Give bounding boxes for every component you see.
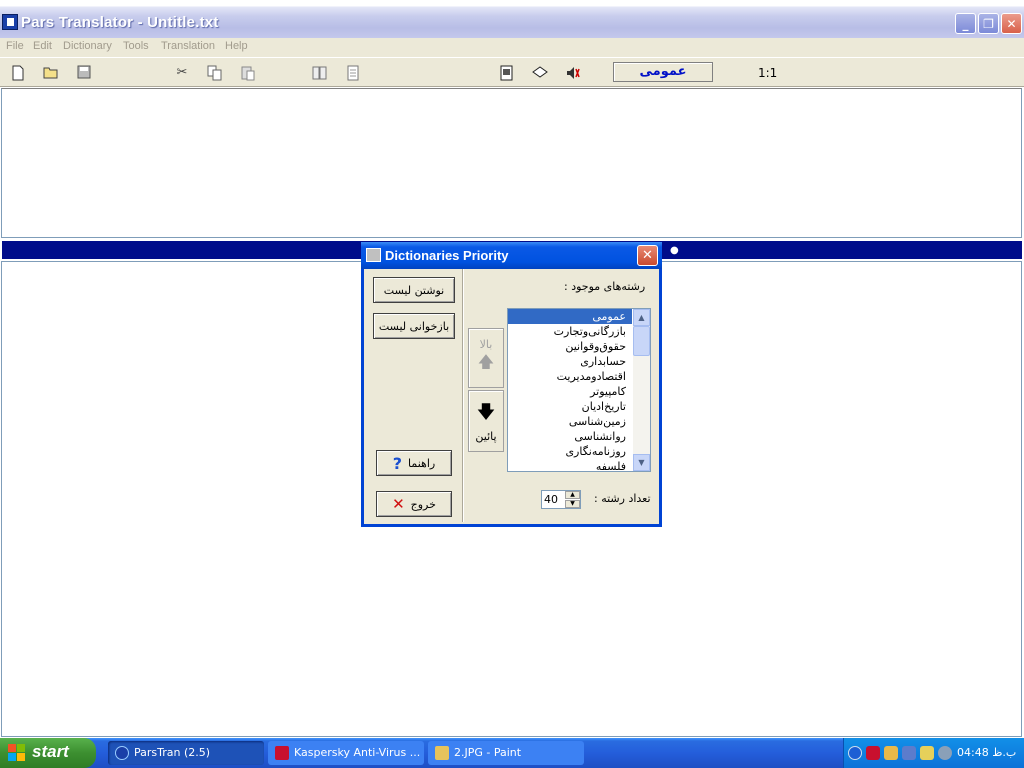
translate-document-icon[interactable]: [499, 65, 515, 81]
list-item[interactable]: فلسفه: [508, 459, 632, 471]
save-icon[interactable]: [76, 65, 92, 81]
write-list-button[interactable]: نوشتن لیست: [373, 277, 455, 303]
dialog-separator: [462, 269, 464, 522]
help-label: راهنما: [408, 456, 436, 470]
list-item[interactable]: بازرگانی‌وتجارت: [508, 324, 632, 339]
dictionary-book-icon[interactable]: [532, 65, 548, 81]
task-kaspersky-label: Kaspersky Anti-Virus ...: [294, 746, 421, 759]
field-count-spinner[interactable]: 40 ▲ ▼: [541, 490, 581, 509]
tray-arrow-icon[interactable]: [848, 746, 862, 760]
task-parstran-label: ParsTran (2.5): [134, 746, 211, 759]
tray-network-icon[interactable]: [884, 746, 898, 760]
list-item[interactable]: روزنامه‌نگاری: [508, 444, 632, 459]
listbox-scrollbar[interactable]: ▲ ▼: [633, 309, 650, 471]
move-buttons: بالا 🡅 🡇 پائین: [468, 328, 504, 454]
read-list-button[interactable]: بازخوانی لیست: [373, 313, 455, 339]
pages-icon[interactable]: [312, 65, 328, 81]
source-text-pane[interactable]: [1, 88, 1022, 238]
document-icon[interactable]: [345, 65, 361, 81]
list-item[interactable]: اقتصادومدیریت: [508, 369, 632, 384]
read-list-label: بازخوانی لیست: [378, 319, 450, 333]
pin-icon[interactable]: ●: [670, 245, 679, 256]
task-parstran[interactable]: ParsTran (2.5): [108, 741, 264, 765]
windows-logo-icon: [8, 744, 26, 762]
tray-shield-icon[interactable]: [866, 746, 880, 760]
close-button[interactable]: ✕: [1001, 13, 1022, 34]
list-item[interactable]: حسابداری: [508, 354, 632, 369]
task-paint[interactable]: 2.JPG - Paint: [428, 741, 584, 765]
menu-dictionary[interactable]: Dictionary: [63, 40, 112, 52]
main-title-bar[interactable]: Pars Translator - Untitle.txt _ ❐ ✕: [0, 0, 1024, 38]
speaker-icon[interactable]: [565, 65, 581, 81]
spin-up-icon[interactable]: ▲: [565, 491, 580, 499]
menu-file[interactable]: File: [6, 40, 24, 52]
menu-bar: File Edit Dictionary Tools Translation H…: [0, 38, 1024, 57]
list-item[interactable]: روانشناسی: [508, 429, 632, 444]
active-dictionary-box[interactable]: عمومی: [613, 62, 713, 82]
tray-speed-icon[interactable]: [920, 746, 934, 760]
exit-button[interactable]: ✕ خروج: [376, 491, 452, 517]
dialog-title: Dictionaries Priority: [385, 248, 509, 263]
move-down-button[interactable]: 🡇 پائین: [468, 390, 504, 452]
scroll-thumb[interactable]: [633, 326, 650, 356]
clock: 04:48 ب.ظ: [957, 746, 1017, 759]
list-item[interactable]: حقوق‌وقوانین: [508, 339, 632, 354]
list-item[interactable]: تاریخ‌ادیان: [508, 399, 632, 414]
new-file-icon[interactable]: [10, 65, 26, 81]
move-up-label: بالا: [479, 338, 493, 351]
cut-icon[interactable]: ✂: [174, 65, 190, 81]
tray-volume-icon[interactable]: [938, 746, 952, 760]
help-button[interactable]: ? راهنما: [376, 450, 452, 476]
menu-translation[interactable]: Translation: [161, 40, 215, 52]
list-item[interactable]: عمومی: [508, 309, 632, 324]
tray-display-icon[interactable]: [902, 746, 916, 760]
dialog-close-button[interactable]: ✕: [637, 245, 658, 266]
exit-label: خروج: [410, 497, 436, 511]
list-item[interactable]: کامپیوتر: [508, 384, 632, 399]
menu-help[interactable]: Help: [225, 40, 248, 52]
kaspersky-icon: [275, 746, 289, 760]
menu-edit[interactable]: Edit: [33, 40, 52, 52]
arrow-down-icon: 🡇: [476, 401, 496, 423]
window-title: Pars Translator - Untitle.txt: [21, 14, 219, 31]
start-button[interactable]: start: [0, 738, 96, 768]
paste-icon[interactable]: [240, 65, 256, 81]
scroll-down-icon[interactable]: ▼: [633, 454, 650, 471]
app-icon[interactable]: [2, 14, 18, 30]
exit-icon: ✕: [392, 495, 405, 513]
task-kaspersky[interactable]: Kaspersky Anti-Virus ...: [268, 741, 424, 765]
paint-icon: [435, 746, 449, 760]
dialog-title-bar[interactable]: Dictionaries Priority ✕: [361, 242, 662, 269]
available-fields-label: رشته‌های موجود :: [564, 280, 646, 293]
field-count-label: تعداد رشته :: [594, 492, 651, 505]
scroll-up-icon[interactable]: ▲: [633, 309, 650, 326]
move-down-label: پائین: [475, 429, 497, 443]
list-item[interactable]: زمین‌شناسی: [508, 414, 632, 429]
move-up-button[interactable]: بالا 🡅: [468, 328, 504, 388]
task-paint-label: 2.JPG - Paint: [454, 746, 522, 759]
spin-down-icon[interactable]: ▼: [565, 500, 580, 508]
ratio-indicator: 1:1: [758, 66, 778, 80]
fields-listbox[interactable]: عمومی بازرگانی‌وتجارت حقوق‌وقوانین حسابد…: [507, 308, 651, 472]
dialog-book-icon: [366, 248, 381, 262]
help-icon: ?: [392, 453, 403, 473]
copy-icon[interactable]: [207, 65, 223, 81]
field-count-value[interactable]: 40: [544, 493, 558, 506]
open-folder-icon[interactable]: [43, 65, 59, 81]
parstran-icon: [115, 746, 129, 760]
start-label: start: [32, 742, 69, 761]
minimize-button[interactable]: _: [955, 13, 976, 34]
maximize-button[interactable]: ❐: [978, 13, 999, 34]
taskbar: start ParsTran (2.5) Kaspersky Anti-Viru…: [0, 738, 1024, 768]
write-list-label: نوشتن لیست: [383, 283, 445, 297]
menu-tools[interactable]: Tools: [123, 40, 149, 52]
dictionaries-priority-dialog: Dictionaries Priority ✕ نوشتن لیست بازخو…: [361, 242, 662, 527]
arrow-up-icon: 🡅: [477, 352, 495, 371]
toolbar: ✂ عمومی 1:1: [0, 57, 1024, 87]
